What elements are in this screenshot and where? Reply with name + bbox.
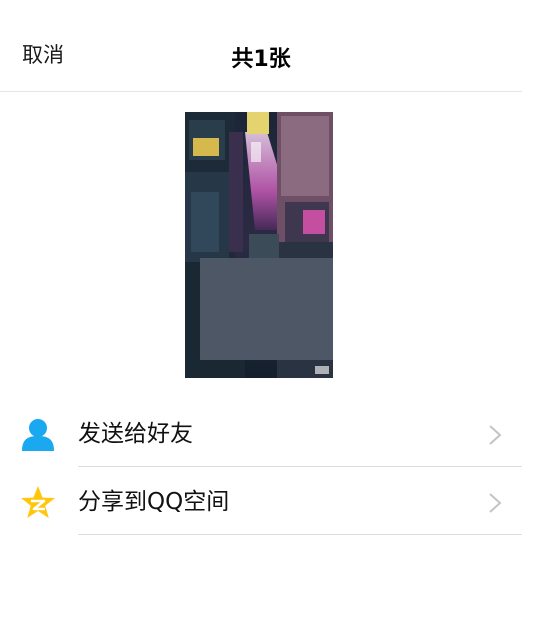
person-icon xyxy=(22,419,54,451)
send-to-friend-label: 发送给好友 xyxy=(78,421,193,447)
chevron-right-icon xyxy=(489,493,502,513)
header: 取消 共1张 xyxy=(0,0,522,92)
share-to-qzone-item[interactable]: 分享到QQ空间 xyxy=(0,469,522,535)
qzone-star-icon xyxy=(21,486,55,518)
image-preview[interactable] xyxy=(185,112,333,378)
send-to-friend-item[interactable]: 发送给好友 xyxy=(0,401,522,467)
share-to-qzone-label: 分享到QQ空间 xyxy=(78,489,230,515)
divider xyxy=(78,466,522,467)
chevron-right-icon xyxy=(489,425,502,445)
page-title: 共1张 xyxy=(231,47,291,72)
blurred-region xyxy=(200,258,333,360)
divider xyxy=(78,534,522,535)
